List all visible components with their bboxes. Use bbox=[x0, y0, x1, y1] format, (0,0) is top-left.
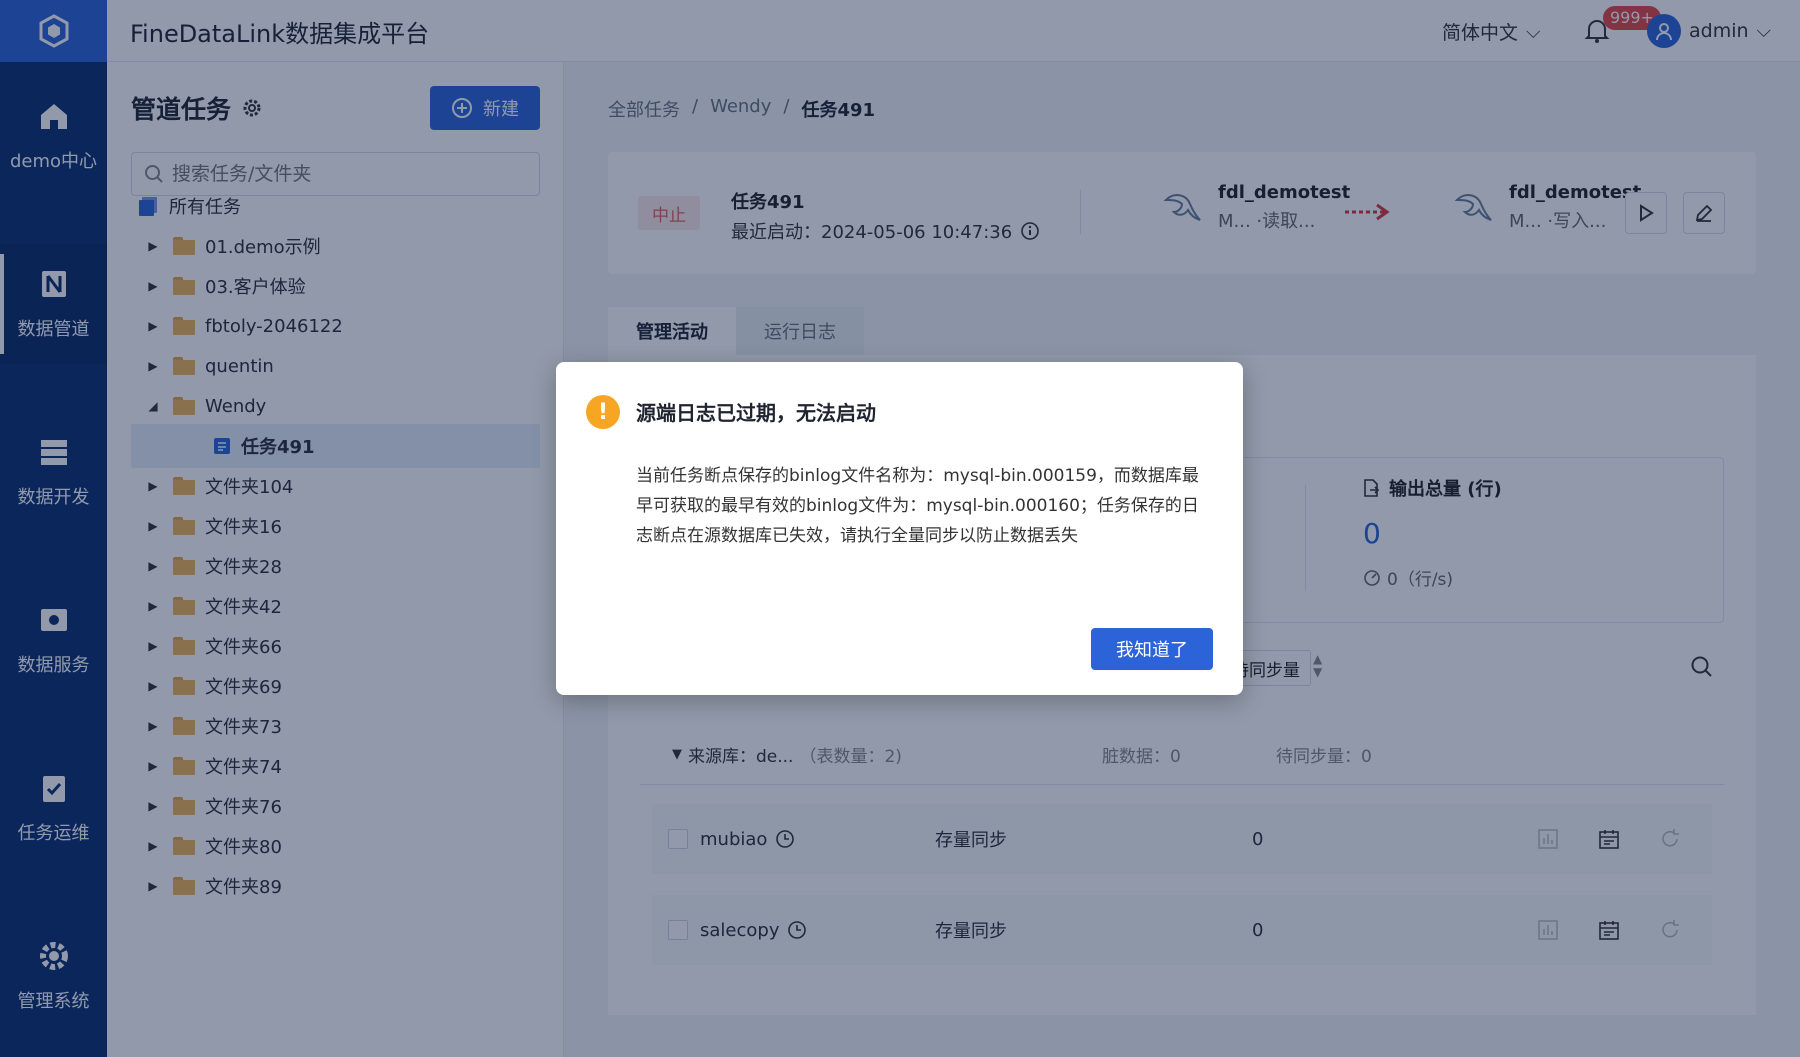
acknowledge-button[interactable]: 我知道了 bbox=[1091, 628, 1213, 670]
warning-icon: ! bbox=[586, 395, 620, 429]
error-dialog: ! 源端日志已过期，无法启动 当前任务断点保存的binlog文件名称为：mysq… bbox=[556, 362, 1243, 695]
dialog-message: 当前任务断点保存的binlog文件名称为：mysql-bin.000159，而数… bbox=[636, 466, 1199, 546]
dialog-title: 源端日志已过期，无法启动 bbox=[636, 401, 876, 425]
